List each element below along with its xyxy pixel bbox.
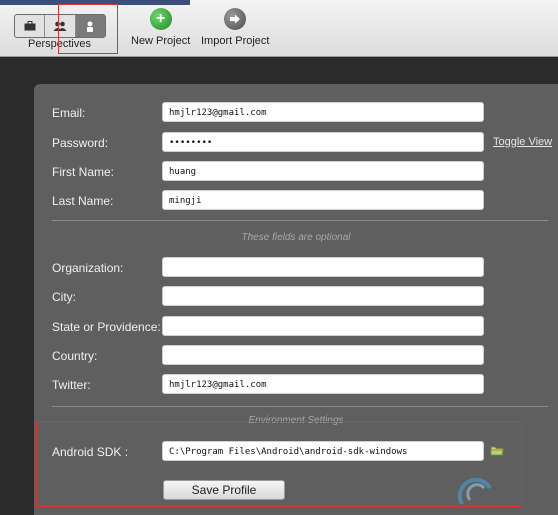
organization-label: Organization:: [52, 261, 124, 275]
email-field[interactable]: hmjlr123@gmail.com: [162, 102, 484, 122]
perspective-briefcase-button[interactable]: [15, 15, 46, 37]
city-label: City:: [52, 290, 76, 304]
city-row: City:: [34, 286, 558, 308]
country-label: Country:: [52, 349, 98, 363]
import-arrow-icon: [224, 8, 247, 30]
email-label: Email:: [52, 106, 86, 120]
import-project-label: Import Project: [201, 35, 270, 47]
country-field[interactable]: [162, 345, 484, 365]
plus-icon: +: [149, 8, 172, 30]
first-name-row: First Name: huang: [34, 161, 558, 183]
email-row: Email: hmjlr123@gmail.com: [34, 102, 558, 124]
first-name-label: First Name:: [52, 165, 115, 179]
toggle-view-link[interactable]: Toggle View: [493, 136, 552, 148]
perspective-highlight-box: [58, 4, 118, 54]
state-row: State or Providence:: [34, 316, 558, 338]
city-field[interactable]: [162, 286, 484, 306]
state-field[interactable]: [162, 316, 484, 336]
divider-environment: [52, 406, 548, 407]
last-name-label: Last Name:: [52, 194, 114, 208]
optional-fields-note: These fields are optional: [241, 232, 351, 243]
password-label: Password:: [52, 136, 109, 150]
organization-field[interactable]: [162, 257, 484, 277]
briefcase-icon: [24, 21, 36, 31]
twitter-label: Twitter:: [52, 378, 91, 392]
organization-row: Organization:: [34, 257, 558, 279]
country-row: Country:: [34, 345, 558, 367]
twitter-field[interactable]: hmjlr123@gmail.com: [162, 374, 484, 394]
watermark-logo: [457, 477, 492, 505]
last-name-field[interactable]: mingji: [162, 190, 484, 210]
new-project-button[interactable]: + New Project: [131, 8, 190, 47]
toolbar: Perspectives + New Project Import Projec…: [0, 0, 558, 57]
password-row: Password: •••••••• Toggle View: [34, 132, 558, 154]
last-name-row: Last Name: mingji: [34, 190, 558, 212]
first-name-field[interactable]: huang: [162, 161, 484, 181]
password-field[interactable]: ••••••••: [162, 132, 484, 152]
divider-optional: [52, 220, 548, 221]
state-label: State or Providence:: [52, 320, 161, 334]
twitter-row: Twitter: hmjlr123@gmail.com: [34, 374, 558, 396]
new-project-label: New Project: [131, 35, 191, 47]
sdk-highlight-box: [36, 421, 522, 507]
import-project-button[interactable]: Import Project: [201, 8, 269, 47]
